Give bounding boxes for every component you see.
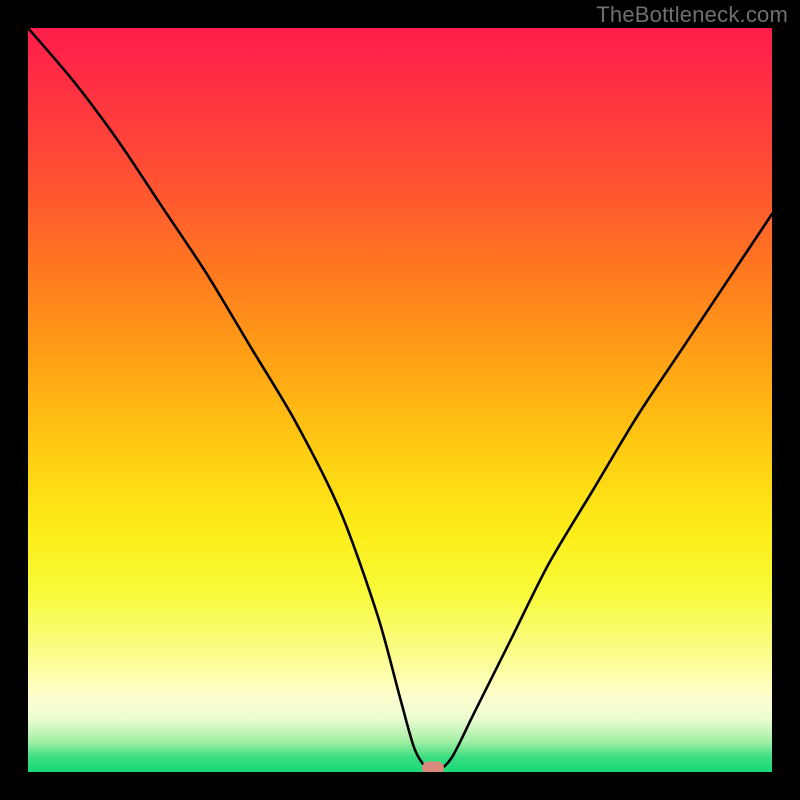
curve-path — [28, 28, 772, 772]
bottleneck-curve — [28, 28, 772, 772]
plot-area — [28, 28, 772, 772]
watermark-text: TheBottleneck.com — [596, 2, 788, 28]
chart-frame: TheBottleneck.com — [0, 0, 800, 800]
minimum-marker — [422, 762, 444, 773]
